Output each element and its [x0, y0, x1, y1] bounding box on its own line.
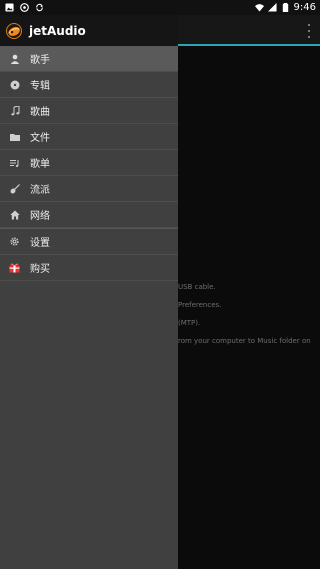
background-text-line: rom your computer to Music folder on [178, 337, 311, 345]
menu-item-albums[interactable]: 专辑 [0, 72, 178, 98]
guitar-icon [9, 183, 20, 194]
menu-item-settings[interactable]: 设置 [0, 229, 178, 255]
drawer-header: jetAudio [0, 15, 178, 46]
image-icon [5, 3, 14, 12]
status-bar: 9:46 [0, 0, 320, 15]
menu-item-label: 网络 [30, 211, 50, 222]
app-title: jetAudio [29, 23, 86, 38]
circle-icon [20, 3, 29, 12]
signal-icon [267, 3, 277, 12]
drawer-menu: 歌手 专辑 歌曲 文件 歌单 流派 网络 设置 购买 [0, 46, 178, 281]
jetaudio-logo-icon [6, 22, 22, 39]
sync-icon [36, 3, 43, 12]
background-text-line: USB cable. [178, 283, 216, 291]
menu-item-label: 歌曲 [30, 107, 50, 118]
menu-item-genres[interactable]: 流派 [0, 176, 178, 202]
menu-item-label: 购买 [30, 264, 50, 275]
menu-item-purchase[interactable]: 购买 [0, 255, 178, 281]
gift-icon [9, 262, 20, 273]
menu-item-artists[interactable]: 歌手 [0, 46, 178, 72]
background-text-line: Preferences. [178, 301, 222, 309]
person-icon [9, 53, 20, 64]
menu-item-label: 歌单 [30, 159, 50, 170]
overflow-menu-icon[interactable] [306, 24, 312, 38]
network-icon [9, 209, 20, 220]
wifi-icon [254, 4, 264, 12]
toolbar-accent-line [178, 44, 320, 46]
status-time: 9:46 [293, 2, 316, 13]
menu-item-network[interactable]: 网络 [0, 202, 178, 228]
music-note-icon [9, 105, 20, 116]
menu-item-label: 文件 [30, 133, 50, 144]
menu-item-label: 设置 [30, 238, 50, 249]
navigation-drawer: jetAudio 歌手 专辑 歌曲 文件 歌单 流派 网络 设置 购买 [0, 15, 178, 569]
menu-item-songs[interactable]: 歌曲 [0, 98, 178, 124]
background-text-line: (MTP). [178, 319, 201, 327]
menu-item-files[interactable]: 文件 [0, 124, 178, 150]
gear-icon [9, 236, 20, 247]
background-toolbar [178, 15, 320, 44]
menu-item-label: 流派 [30, 185, 50, 196]
battery-icon [282, 3, 288, 12]
playlist-icon [9, 157, 20, 168]
disc-icon [9, 79, 20, 90]
menu-item-playlists[interactable]: 歌单 [0, 150, 178, 176]
menu-item-label: 歌手 [30, 55, 50, 66]
folder-icon [9, 131, 20, 142]
menu-item-label: 专辑 [30, 81, 50, 92]
